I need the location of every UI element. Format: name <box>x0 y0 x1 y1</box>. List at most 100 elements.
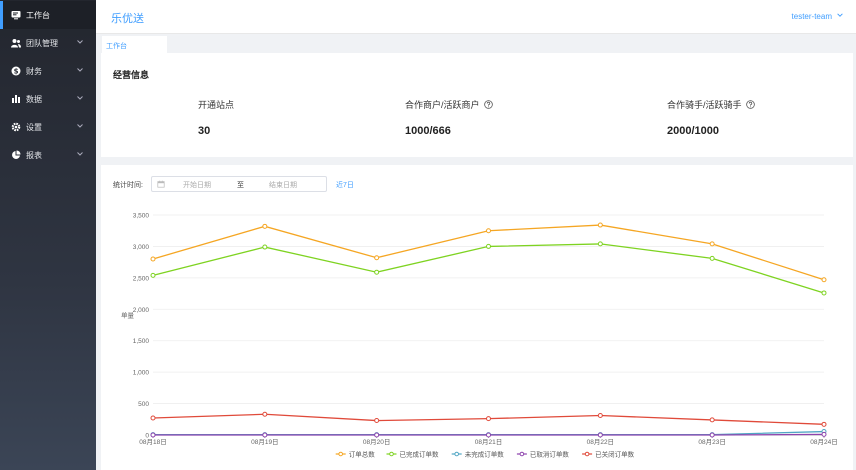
data-point <box>821 431 827 437</box>
stat-label: 开通站点 <box>198 100 235 110</box>
legend-label: 订单总数 <box>349 449 376 458</box>
x-tick-label: 08月23日 <box>698 438 725 446</box>
workbench-icon <box>11 10 21 20</box>
data-point <box>486 416 491 422</box>
chevron-down-icon <box>75 37 85 47</box>
sidebar-item-label: 财务 <box>26 66 42 76</box>
legend-marker <box>454 451 460 457</box>
chevron-down-icon <box>836 11 844 21</box>
tab-bar: 工作台 <box>96 34 856 53</box>
x-tick-label: 08月18日 <box>139 438 166 446</box>
orders-line-chart: 05001,0001,5002,0002,5003,0003,500单量08月1… <box>121 213 838 459</box>
user-name: tester-team <box>791 11 832 21</box>
legend-label: 已完成订单数 <box>400 449 440 458</box>
data-point <box>709 417 715 423</box>
sidebar-item-label: 团队管理 <box>26 38 58 48</box>
pie-report-icon <box>11 150 21 160</box>
business-info-card: 经营信息 开通站点 30 合作商户/活跃商户 1000/666 合作骑手/活跃骑… <box>101 53 853 157</box>
data-point <box>374 418 380 424</box>
data-point <box>821 277 827 283</box>
data-point <box>821 290 827 296</box>
sidebar-item-settings[interactable]: 设置 <box>0 113 96 141</box>
legend-label: 已关闭订单数 <box>595 449 635 458</box>
top-header: 乐优送 tester-team <box>96 0 856 34</box>
stat-label: 合作骑手/活跃骑手 <box>667 100 742 110</box>
y-tick-label: 3,500 <box>133 213 150 220</box>
data-point <box>821 421 827 427</box>
app-title: 乐优送 <box>111 13 144 25</box>
statistics-card: 统计时间: 开始日期 至 结束日期 近7日 0 500 1,000 1,500 2,00… <box>101 165 853 470</box>
y-tick-label: 2,000 <box>133 307 150 314</box>
y-tick-label: 2,500 <box>133 275 150 282</box>
y-axis-label: 单量 <box>121 311 135 320</box>
data-point <box>597 222 603 228</box>
sidebar-item-finance[interactable]: $ 财务 <box>0 57 96 85</box>
data-point <box>374 432 380 438</box>
y-tick-label: 3,000 <box>133 244 150 251</box>
sidebar-item-label: 报表 <box>26 150 42 160</box>
y-tick-label: 1,000 <box>133 370 150 377</box>
tab-workbench[interactable]: 工作台 <box>102 36 167 53</box>
data-point <box>597 432 603 438</box>
data-point <box>597 241 603 247</box>
user-menu[interactable]: tester-team <box>792 11 844 21</box>
data-point <box>150 256 156 262</box>
chevron-down-icon <box>75 93 85 103</box>
data-point <box>150 415 156 421</box>
svg-text:$: $ <box>14 68 19 76</box>
y-tick-label: 500 <box>138 401 149 408</box>
series-line <box>152 243 825 294</box>
finance-icon: $ <box>11 66 21 76</box>
stat-value: 1000/666 <box>405 125 451 137</box>
sidebar-item-workbench[interactable]: 工作台 <box>0 1 96 29</box>
data-point <box>486 228 491 234</box>
series-line <box>152 224 825 281</box>
x-tick-label: 08月19日 <box>251 438 278 446</box>
y-tick-label: 1,500 <box>133 338 150 345</box>
sidebar-item-team[interactable]: 团队管理 <box>0 29 96 57</box>
data-point <box>150 432 156 438</box>
legend-marker <box>338 451 343 457</box>
data-bar-icon <box>11 94 21 104</box>
data-point <box>709 432 715 438</box>
stat-value: 2000/1000 <box>667 125 719 137</box>
sidebar-item-label: 数据 <box>26 94 42 104</box>
sidebar-item-label: 设置 <box>26 122 42 132</box>
sidebar: 工作台 团队管理 $ 财务 数据 设置 报表 <box>0 0 96 470</box>
chevron-down-icon <box>75 65 85 75</box>
legend-marker <box>389 451 394 457</box>
legend-label: 已取消订单数 <box>530 449 570 458</box>
data-point <box>262 411 268 417</box>
stat-riders: 合作骑手/活跃骑手 2000/1000 <box>667 99 755 137</box>
data-point <box>262 244 268 250</box>
gear-icon <box>11 122 21 132</box>
chevron-down-icon <box>75 149 85 159</box>
legend-label: 未完成订单数 <box>465 449 505 458</box>
data-point <box>597 413 603 419</box>
data-point <box>150 272 156 278</box>
data-point <box>709 241 715 247</box>
x-tick-label: 08月22日 <box>587 438 614 446</box>
sidebar-item-reports[interactable]: 报表 <box>0 141 96 169</box>
stat-sites: 开通站点 30 <box>198 99 234 137</box>
legend-marker <box>519 451 525 457</box>
data-point <box>374 269 380 275</box>
x-tick-label: 08月20日 <box>363 438 390 446</box>
sidebar-item-label: 工作台 <box>26 10 50 20</box>
data-point <box>262 432 268 438</box>
sidebar-item-data[interactable]: 数据 <box>0 85 96 113</box>
section-title: 经营信息 <box>113 70 150 80</box>
data-point <box>262 223 268 229</box>
x-tick-label: 08月21日 <box>475 438 502 446</box>
stat-value: 30 <box>198 125 211 137</box>
stat-label: 合作商户/活跃商户 <box>405 100 480 110</box>
legend-marker <box>584 451 590 457</box>
help-icon[interactable] <box>745 100 755 109</box>
team-icon <box>11 38 21 48</box>
x-tick-label: 08月24日 <box>810 438 837 446</box>
stat-merchants: 合作商户/活跃商户 1000/666 <box>405 99 493 137</box>
data-point <box>486 243 491 249</box>
help-icon[interactable] <box>483 100 493 109</box>
data-point <box>709 255 715 261</box>
chevron-down-icon <box>75 121 85 131</box>
